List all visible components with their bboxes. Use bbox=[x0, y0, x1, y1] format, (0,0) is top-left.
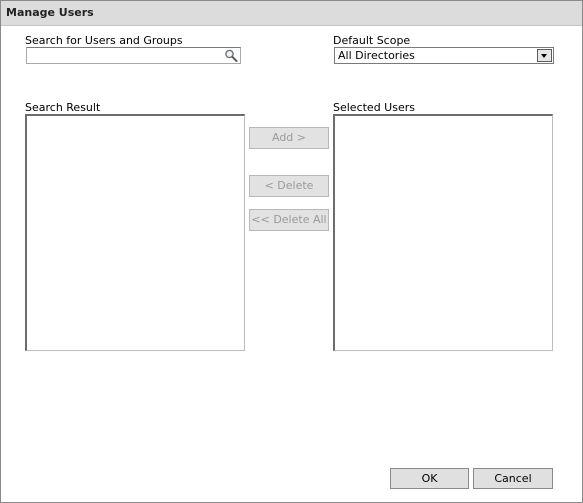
selected-users-label: Selected Users bbox=[333, 101, 415, 114]
ok-button[interactable]: OK bbox=[390, 468, 469, 489]
search-result-label: Search Result bbox=[25, 101, 101, 114]
search-icon[interactable] bbox=[224, 49, 238, 62]
delete-button[interactable]: < Delete bbox=[249, 175, 329, 197]
delete-all-button[interactable]: << Delete All bbox=[249, 209, 329, 231]
chevron-down-icon bbox=[541, 54, 547, 58]
manage-users-dialog: Manage Users Search for Users and Groups… bbox=[0, 0, 583, 503]
add-button[interactable]: Add > bbox=[249, 127, 329, 149]
search-result-list[interactable] bbox=[25, 114, 245, 351]
default-scope-select[interactable]: All Directories bbox=[334, 47, 554, 64]
search-input[interactable] bbox=[27, 48, 225, 63]
dialog-title: Manage Users bbox=[6, 6, 94, 19]
dropdown-button[interactable] bbox=[537, 49, 552, 62]
default-scope-value: All Directories bbox=[338, 49, 415, 62]
selected-users-list[interactable] bbox=[333, 114, 553, 351]
search-label: Search for Users and Groups bbox=[25, 34, 183, 47]
default-scope-label: Default Scope bbox=[333, 34, 411, 47]
cancel-button[interactable]: Cancel bbox=[473, 468, 553, 489]
search-field[interactable] bbox=[26, 47, 241, 64]
dialog-titlebar: Manage Users bbox=[1, 1, 582, 26]
